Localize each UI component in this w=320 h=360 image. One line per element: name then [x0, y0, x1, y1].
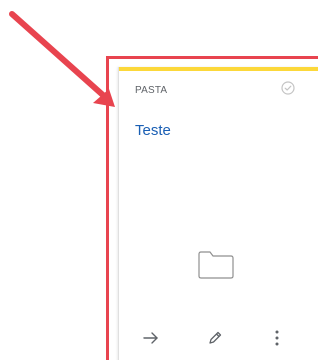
folder-card[interactable]: PASTA Teste: [118, 67, 318, 360]
card-title-link[interactable]: Teste: [135, 122, 171, 139]
folder-icon: [197, 250, 235, 280]
more-vertical-icon: [275, 330, 279, 346]
edit-button[interactable]: [202, 326, 228, 350]
open-button[interactable]: [138, 326, 164, 350]
screenshot-page: PASTA Teste: [0, 0, 318, 360]
pencil-icon: [209, 331, 222, 344]
card-actions: [119, 326, 318, 350]
card-type-label: PASTA: [135, 85, 168, 96]
check-circle-icon[interactable]: [281, 81, 295, 95]
more-options-button[interactable]: [264, 326, 290, 350]
arrow-right-icon: [143, 332, 158, 344]
card-accent-bar: [119, 67, 318, 71]
